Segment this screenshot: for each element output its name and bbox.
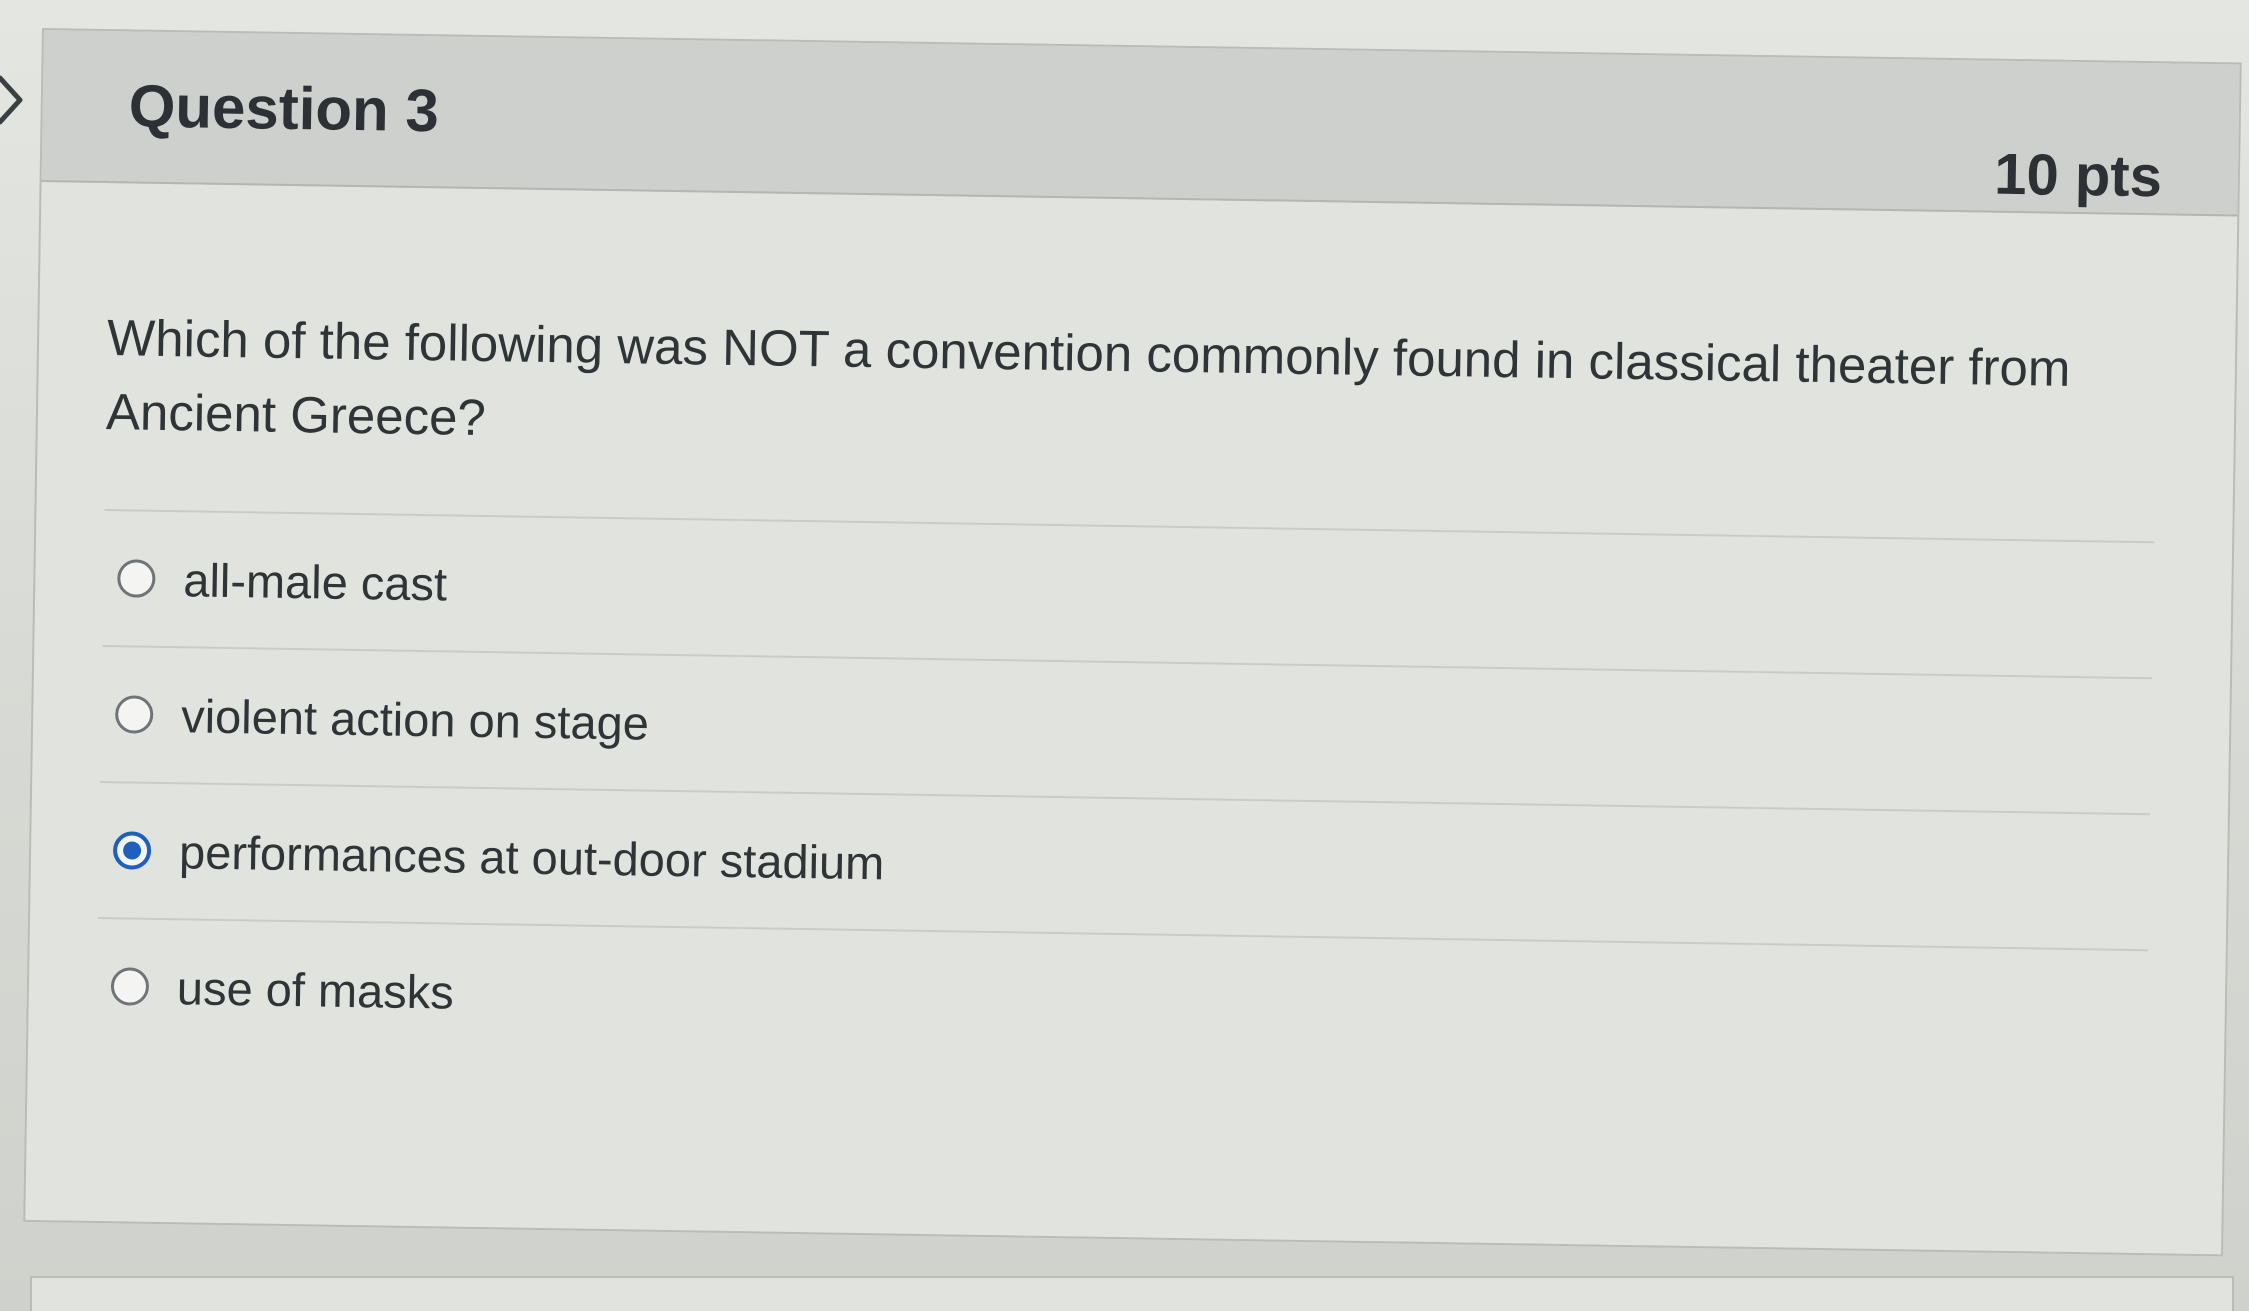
answer-label: use of masks <box>176 960 455 1019</box>
answer-label: all-male cast <box>182 552 448 610</box>
radio-button-icon[interactable] <box>110 967 150 1006</box>
question-text: Which of the following was NOT a convent… <box>105 309 2071 447</box>
question-title: Question 3 <box>128 72 440 145</box>
answer-label: performances at out-door stadium <box>178 824 885 889</box>
question-card: Question 3 10 pts Which of the following… <box>23 28 2242 1257</box>
answer-label: violent action on stage <box>180 688 650 750</box>
question-points: 10 pts <box>1993 141 2163 210</box>
radio-button-selected-icon[interactable] <box>112 831 152 870</box>
answer-list: all-male cast violent action on stage pe… <box>95 509 2155 1086</box>
chevron-right-icon[interactable] <box>0 72 34 128</box>
radio-button-icon[interactable] <box>114 695 154 734</box>
quiz-page: Question 3 10 pts Which of the following… <box>0 0 2249 1311</box>
next-question-card <box>30 1276 2234 1311</box>
radio-button-icon[interactable] <box>117 559 156 598</box>
question-body: Which of the following was NOT a convent… <box>28 182 2237 1086</box>
